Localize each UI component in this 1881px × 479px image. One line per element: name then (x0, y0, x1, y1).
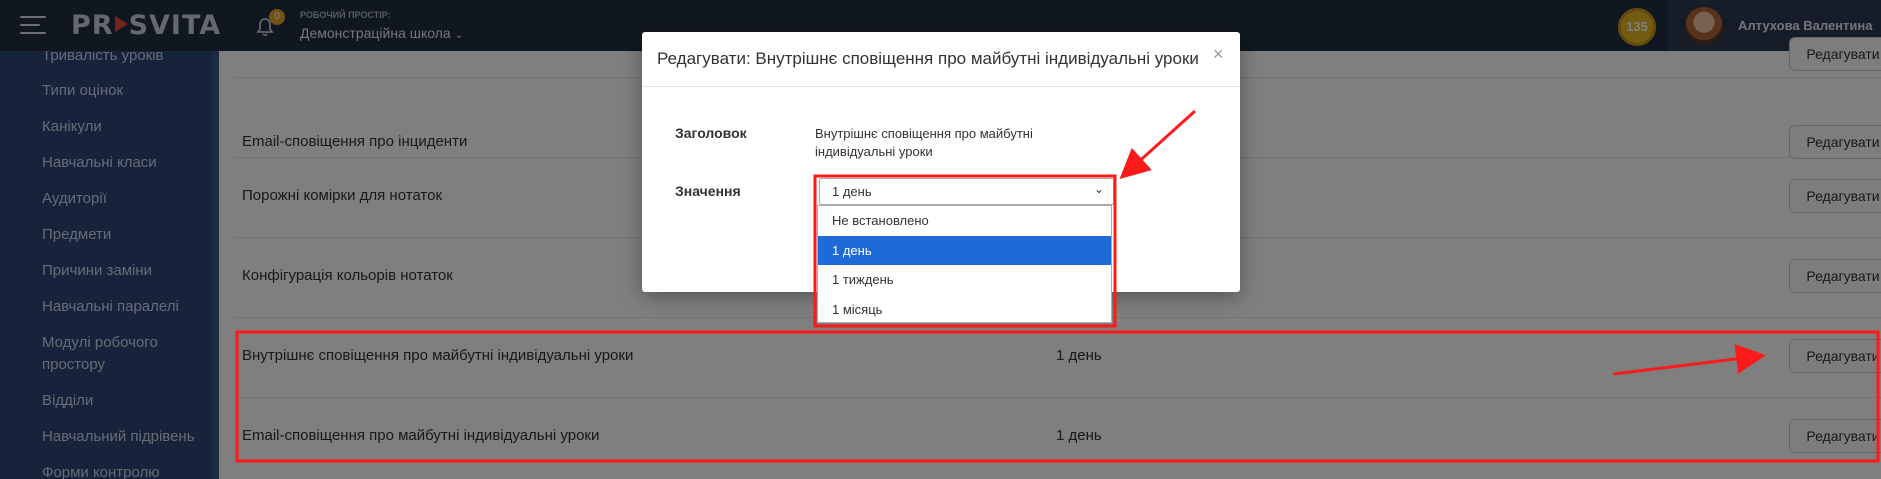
heading-label: Заголовок (675, 125, 747, 141)
select-current-value: 1 день (832, 184, 872, 199)
option-not-set[interactable]: Не встановлено (818, 206, 1111, 236)
modal-title: Редагувати: Внутрішнє сповіщення про май… (657, 49, 1199, 68)
option-1-day[interactable]: 1 день (818, 235, 1111, 265)
select-options-list: Не встановлено 1 день 1 тиждень 1 місяць (817, 205, 1112, 323)
divider (642, 86, 1240, 87)
value-select[interactable]: 1 день ⌄ (819, 178, 1114, 205)
close-icon[interactable]: × (1213, 44, 1224, 65)
chevron-down-icon: ⌄ (1093, 182, 1104, 196)
value-label: Значення (675, 183, 741, 199)
heading-value: Внутрішнє сповіщення про майбутні індиві… (815, 126, 1033, 159)
option-1-month[interactable]: 1 місяць (818, 295, 1111, 325)
option-1-week[interactable]: 1 тиждень (818, 265, 1111, 295)
